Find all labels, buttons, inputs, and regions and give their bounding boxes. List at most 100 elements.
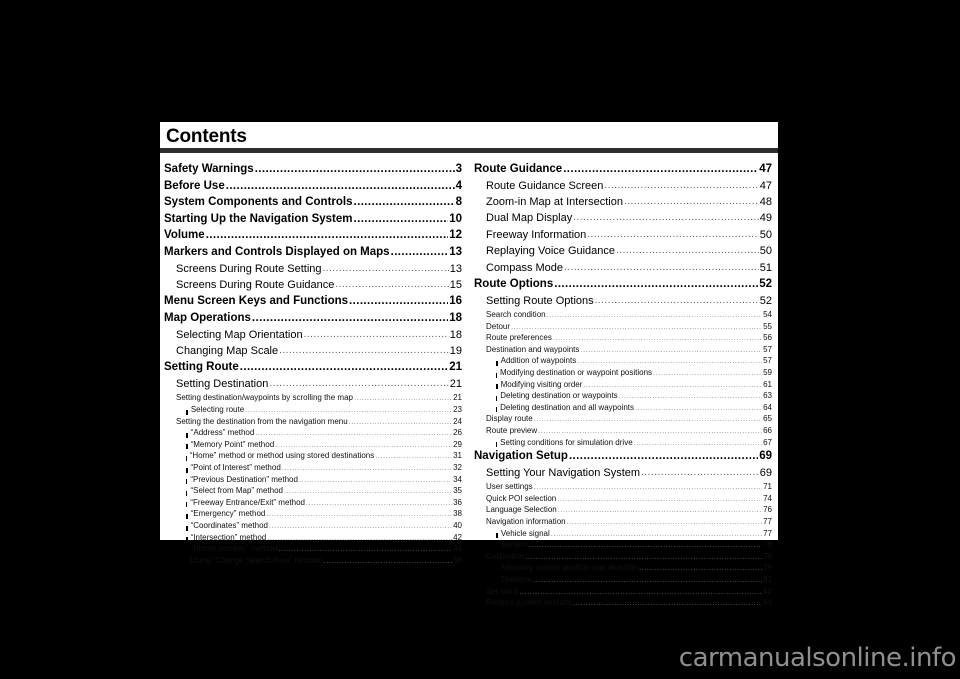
toc-entry-level-1[interactable]: Map Operations..........................… (164, 310, 462, 327)
toc-entry-label: Setting Destination (176, 377, 269, 390)
toc-entry-level-2[interactable]: Setting Route Options...................… (474, 293, 772, 309)
toc-entry-page-number: 77 (763, 528, 772, 538)
toc-entry-level-4[interactable]: Modifying visiting order................… (474, 379, 772, 391)
toc-entry-level-1[interactable]: Menu Screen Keys and Functions..........… (164, 293, 462, 310)
toc-entry-level-1[interactable]: Navigation Setup........................… (474, 448, 772, 465)
toc-entry-page-number: 21 (453, 393, 462, 403)
dot-leader: ........................................… (573, 212, 759, 224)
toc-entry-level-4[interactable]: “Select from Map” method................… (164, 485, 462, 497)
toc-entry-level-1[interactable]: Volume..................................… (164, 227, 462, 244)
toc-entry-level-3[interactable]: Quick POI selection.....................… (474, 493, 772, 505)
toc-entry-level-4[interactable]: Using “Change Search Area” function.....… (164, 555, 462, 567)
toc-entry-level-4[interactable]: “Freeway Entrance/Exit” method..........… (164, 497, 462, 509)
toc-entry-level-1[interactable]: Markers and Controls Displayed on Maps..… (164, 244, 462, 261)
toc-entry-label: Display route (486, 414, 533, 424)
toc-entry-level-4[interactable]: Vehicle signal..........................… (474, 528, 772, 540)
toc-entry-label: Route Options (474, 278, 554, 291)
toc-entry-page-number: 42 (453, 532, 462, 542)
toc-entry-level-1[interactable]: System Components and Controls..........… (164, 194, 462, 211)
toc-entry-level-4[interactable]: Selecting route.........................… (164, 404, 462, 416)
toc-entry-level-3[interactable]: Detour..................................… (474, 321, 772, 333)
dot-leader: ........................................… (572, 598, 762, 608)
toc-entry-page-number: 18 (449, 311, 462, 324)
toc-entry-level-4[interactable]: “Address” method........................… (164, 427, 462, 439)
toc-entry-level-4[interactable]: “Home” method or method using stored des… (164, 450, 462, 462)
toc-entry-level-1[interactable]: Safety Warnings.........................… (164, 161, 462, 178)
toc-entry-level-4[interactable]: Deleting destination or waypoints.......… (474, 390, 772, 402)
toc-entry-page-number: 51 (759, 261, 772, 274)
dot-leader: ........................................… (616, 245, 759, 257)
toc-entry-level-4[interactable]: “Previous Destination” method...........… (164, 474, 462, 486)
toc-entry-level-3[interactable]: User settings...........................… (474, 481, 772, 493)
toc-entry-level-2[interactable]: Dual Map Display........................… (474, 210, 772, 226)
page-title: Contents (166, 126, 247, 147)
toc-entry-level-4[interactable]: “Point of Interest” method..............… (164, 462, 462, 474)
toc-entry-level-3[interactable]: Restore system defaults.................… (474, 597, 772, 609)
toc-entry-label: Navigation Setup (474, 450, 568, 463)
toc-entry-level-2[interactable]: Replaying Voice Guidance................… (474, 243, 772, 259)
toc-entry-page-number: 21 (449, 377, 462, 390)
toc-entry-level-4[interactable]: Addition of waypoints...................… (474, 355, 772, 367)
toc-entry-level-4[interactable]: “Coordinates” method....................… (164, 520, 462, 532)
toc-entry-label: Destination and waypoints (486, 344, 580, 354)
toc-entry-level-3[interactable]: Setting the destination from the navigat… (164, 416, 462, 428)
toc-entry-level-1[interactable]: Before Use..............................… (164, 178, 462, 195)
toc-entry-page-number: 52 (759, 278, 772, 291)
toc-entry-level-4[interactable]: Setting conditions for simulation drive.… (474, 437, 772, 449)
toc-entry-level-2[interactable]: Compass Mode............................… (474, 260, 772, 276)
toc-entry-level-3[interactable]: Language Selection......................… (474, 504, 772, 516)
toc-entry-page-number: 47 (759, 179, 772, 192)
toc-entry-level-3[interactable]: Navigation information..................… (474, 516, 772, 528)
toc-entry-level-4[interactable]: “Memory Point” method...................… (164, 439, 462, 451)
toc-entry-label: “Previous Destination” method (190, 474, 298, 484)
toc-entry-level-2[interactable]: Setting Destination.....................… (164, 376, 462, 392)
toc-entry-level-4[interactable]: “Phone number” method...................… (164, 543, 462, 555)
toc-entry-level-4[interactable]: Distance................................… (474, 574, 772, 586)
toc-entry-level-4[interactable]: “Emergency” method......................… (164, 508, 462, 520)
toc-entry-level-4[interactable]: “Intersection” method...................… (164, 532, 462, 544)
toc-entry-level-3[interactable]: Display route...........................… (474, 413, 772, 425)
toc-entry-level-1[interactable]: Setting Route...........................… (164, 359, 462, 376)
square-bullet-icon (496, 407, 498, 413)
toc-entry-label: Language Selection (486, 505, 557, 515)
toc-entry-level-2[interactable]: Changing Map Scale......................… (164, 343, 462, 359)
toc-entry-level-2[interactable]: Freeway Information.....................… (474, 227, 772, 243)
dot-leader: ........................................… (255, 428, 452, 438)
toc-entry-level-2[interactable]: Screens During Route Guidance...........… (164, 277, 462, 293)
toc-entry-level-3[interactable]: Destination and waypoints...............… (474, 344, 772, 356)
dot-leader: ........................................… (303, 328, 449, 340)
toc-entry-level-2[interactable]: Route Guidance Screen...................… (474, 178, 772, 194)
dot-leader: ........................................… (566, 516, 762, 526)
toc-entry-level-2[interactable]: Screens During Route Setting............… (164, 261, 462, 277)
toc-entry-page-number: 52 (759, 294, 772, 307)
toc-entry-page-number: 34 (453, 474, 462, 484)
toc-entry-label: “Phone number” method (190, 544, 278, 554)
toc-entry-level-4[interactable]: Deleting destination and all waypoints..… (474, 402, 772, 414)
dot-leader: ........................................… (641, 466, 759, 478)
dot-leader: ........................................… (564, 261, 759, 273)
toc-entry-level-3[interactable]: Route preview...........................… (474, 425, 772, 437)
dot-leader: ........................................… (528, 540, 762, 550)
toc-entry-level-1[interactable]: Starting Up the Navigation System.......… (164, 211, 462, 228)
dot-leader: ........................................… (269, 377, 449, 389)
dot-leader: ........................................… (618, 391, 762, 401)
toc-entry-level-4[interactable]: Adjusting current position and direction… (474, 562, 772, 574)
square-bullet-icon (186, 525, 188, 531)
toc-entry-level-1[interactable]: Route Options...........................… (474, 276, 772, 293)
toc-entry-page-number: 13 (449, 262, 462, 275)
toc-entry-level-3[interactable]: Search condition........................… (474, 309, 772, 321)
toc-entry-level-3[interactable]: Setting destination/waypoints by scrolli… (164, 392, 462, 404)
toc-entry-level-4[interactable]: Version.................................… (474, 539, 772, 551)
toc-entry-level-3[interactable]: Route preferences.......................… (474, 332, 772, 344)
toc-entry-level-2[interactable]: Zoom-in Map at Intersection.............… (474, 194, 772, 210)
toc-entry-label: Restore system defaults (486, 598, 572, 608)
toc-entry-page-number: 35 (453, 486, 462, 496)
toc-entry-level-3[interactable]: Set clock...............................… (474, 586, 772, 598)
toc-entry-level-2[interactable]: Selecting Map Orientation...............… (164, 327, 462, 343)
toc-entry-level-3[interactable]: Calibration.............................… (474, 551, 772, 563)
toc-entry-label: Replaying Voice Guidance (486, 245, 616, 258)
toc-entry-label: Using “Change Search Area” function (190, 555, 323, 565)
toc-entry-level-1[interactable]: Route Guidance..........................… (474, 161, 772, 178)
toc-entry-level-4[interactable]: Modifying destination or waypoint positi… (474, 367, 772, 379)
toc-entry-level-2[interactable]: Setting Your Navigation System..........… (474, 465, 772, 481)
